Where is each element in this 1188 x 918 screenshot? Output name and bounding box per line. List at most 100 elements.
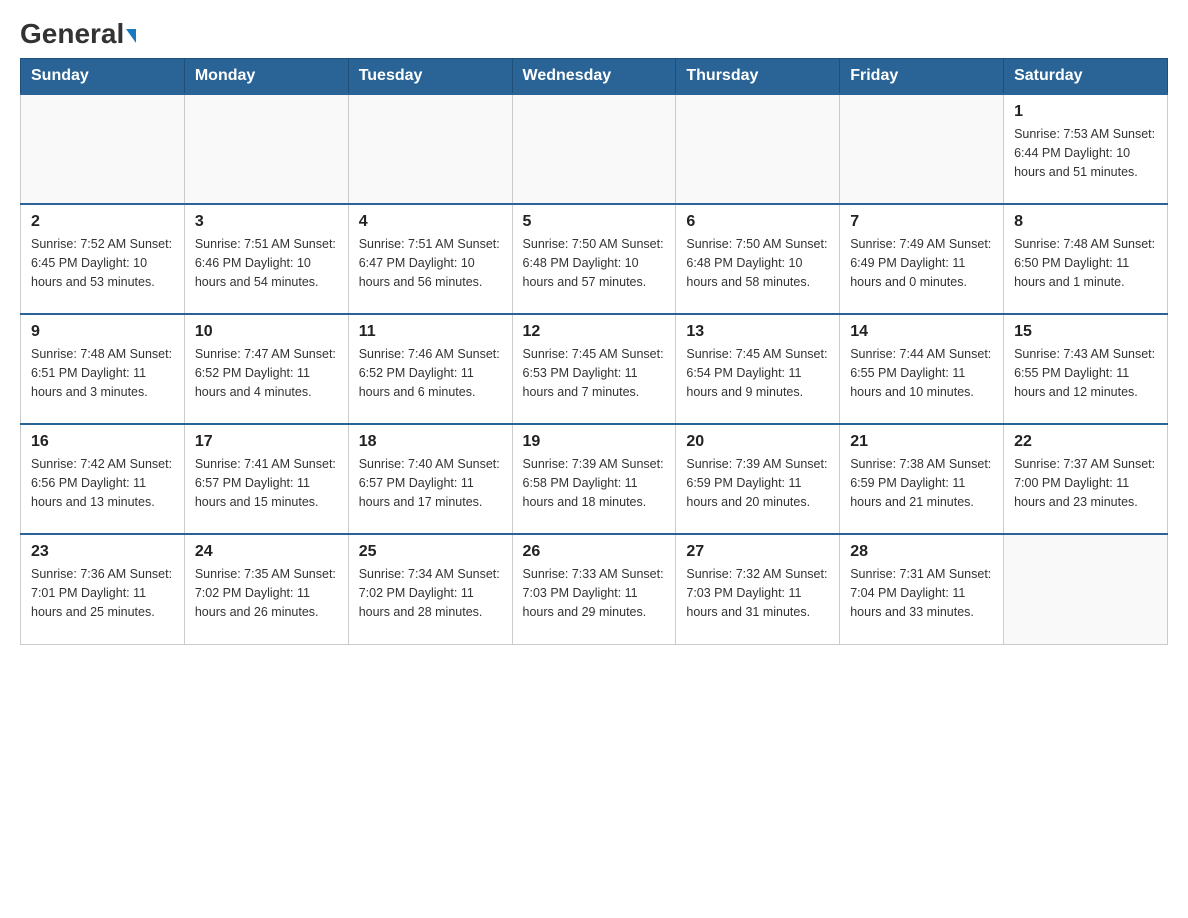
day-number: 22 bbox=[1014, 433, 1157, 451]
day-number: 23 bbox=[31, 543, 174, 561]
day-info: Sunrise: 7:41 AM Sunset: 6:57 PM Dayligh… bbox=[195, 455, 338, 511]
day-info: Sunrise: 7:31 AM Sunset: 7:04 PM Dayligh… bbox=[850, 565, 993, 621]
day-header-tuesday: Tuesday bbox=[348, 59, 512, 95]
day-info: Sunrise: 7:48 AM Sunset: 6:50 PM Dayligh… bbox=[1014, 235, 1157, 291]
calendar-week-4: 16 Sunrise: 7:42 AM Sunset: 6:56 PM Dayli… bbox=[21, 424, 1168, 534]
day-info: Sunrise: 7:48 AM Sunset: 6:51 PM Dayligh… bbox=[31, 345, 174, 401]
day-header-saturday: Saturday bbox=[1004, 59, 1168, 95]
header-row: SundayMondayTuesdayWednesdayThursdayFrid… bbox=[21, 59, 1168, 95]
calendar-cell bbox=[1004, 534, 1168, 644]
day-number: 15 bbox=[1014, 323, 1157, 341]
day-number: 18 bbox=[359, 433, 502, 451]
calendar-cell: 13 Sunrise: 7:45 AM Sunset: 6:54 PM Dayli… bbox=[676, 314, 840, 424]
calendar-cell: 25 Sunrise: 7:34 AM Sunset: 7:02 PM Dayli… bbox=[348, 534, 512, 644]
calendar-cell: 16 Sunrise: 7:42 AM Sunset: 6:56 PM Dayli… bbox=[21, 424, 185, 534]
day-info: Sunrise: 7:44 AM Sunset: 6:55 PM Dayligh… bbox=[850, 345, 993, 401]
calendar-cell: 27 Sunrise: 7:32 AM Sunset: 7:03 PM Dayli… bbox=[676, 534, 840, 644]
page-header: General bbox=[20, 20, 1168, 48]
day-info: Sunrise: 7:32 AM Sunset: 7:03 PM Dayligh… bbox=[686, 565, 829, 621]
logo: General bbox=[20, 20, 136, 48]
day-info: Sunrise: 7:39 AM Sunset: 6:59 PM Dayligh… bbox=[686, 455, 829, 511]
day-info: Sunrise: 7:45 AM Sunset: 6:53 PM Dayligh… bbox=[523, 345, 666, 401]
logo-general-text: General bbox=[20, 20, 136, 48]
calendar-cell: 24Sunrise: 7:35 AM Sunset: 7:02 PM Dayli… bbox=[184, 534, 348, 644]
day-number: 13 bbox=[686, 323, 829, 341]
day-info: Sunrise: 7:47 AM Sunset: 6:52 PM Dayligh… bbox=[195, 345, 338, 401]
day-number: 7 bbox=[850, 213, 993, 231]
day-number: 28 bbox=[850, 543, 993, 561]
day-number: 20 bbox=[686, 433, 829, 451]
calendar-header: SundayMondayTuesdayWednesdayThursdayFrid… bbox=[21, 59, 1168, 95]
calendar-cell: 5 Sunrise: 7:50 AM Sunset: 6:48 PM Daylig… bbox=[512, 204, 676, 314]
calendar-cell: 19Sunrise: 7:39 AM Sunset: 6:58 PM Dayli… bbox=[512, 424, 676, 534]
calendar-cell: 23 Sunrise: 7:36 AM Sunset: 7:01 PM Dayli… bbox=[21, 534, 185, 644]
day-header-friday: Friday bbox=[840, 59, 1004, 95]
day-number: 11 bbox=[359, 323, 502, 341]
day-info: Sunrise: 7:36 AM Sunset: 7:01 PM Dayligh… bbox=[31, 565, 174, 621]
calendar-cell: 18 Sunrise: 7:40 AM Sunset: 6:57 PM Dayli… bbox=[348, 424, 512, 534]
day-info: Sunrise: 7:53 AM Sunset: 6:44 PM Dayligh… bbox=[1014, 125, 1157, 181]
day-info: Sunrise: 7:43 AM Sunset: 6:55 PM Dayligh… bbox=[1014, 345, 1157, 401]
calendar-cell bbox=[348, 94, 512, 204]
calendar-body: 1 Sunrise: 7:53 AM Sunset: 6:44 PM Daylig… bbox=[21, 94, 1168, 644]
day-number: 27 bbox=[686, 543, 829, 561]
day-info: Sunrise: 7:45 AM Sunset: 6:54 PM Dayligh… bbox=[686, 345, 829, 401]
day-header-monday: Monday bbox=[184, 59, 348, 95]
calendar-cell: 2Sunrise: 7:52 AM Sunset: 6:45 PM Daylig… bbox=[21, 204, 185, 314]
day-number: 21 bbox=[850, 433, 993, 451]
day-number: 3 bbox=[195, 213, 338, 231]
day-info: Sunrise: 7:40 AM Sunset: 6:57 PM Dayligh… bbox=[359, 455, 502, 511]
day-info: Sunrise: 7:33 AM Sunset: 7:03 PM Dayligh… bbox=[523, 565, 666, 621]
day-info: Sunrise: 7:39 AM Sunset: 6:58 PM Dayligh… bbox=[523, 455, 666, 511]
day-info: Sunrise: 7:34 AM Sunset: 7:02 PM Dayligh… bbox=[359, 565, 502, 621]
day-number: 17 bbox=[195, 433, 338, 451]
day-info: Sunrise: 7:42 AM Sunset: 6:56 PM Dayligh… bbox=[31, 455, 174, 511]
day-number: 8 bbox=[1014, 213, 1157, 231]
day-number: 1 bbox=[1014, 103, 1157, 121]
calendar-cell: 9 Sunrise: 7:48 AM Sunset: 6:51 PM Daylig… bbox=[21, 314, 185, 424]
calendar-cell: 15 Sunrise: 7:43 AM Sunset: 6:55 PM Dayli… bbox=[1004, 314, 1168, 424]
calendar-cell bbox=[184, 94, 348, 204]
calendar-cell: 17 Sunrise: 7:41 AM Sunset: 6:57 PM Dayli… bbox=[184, 424, 348, 534]
day-number: 24 bbox=[195, 543, 338, 561]
day-info: Sunrise: 7:49 AM Sunset: 6:49 PM Dayligh… bbox=[850, 235, 993, 291]
calendar-cell: 12 Sunrise: 7:45 AM Sunset: 6:53 PM Dayli… bbox=[512, 314, 676, 424]
calendar-cell bbox=[676, 94, 840, 204]
calendar-week-3: 9 Sunrise: 7:48 AM Sunset: 6:51 PM Daylig… bbox=[21, 314, 1168, 424]
calendar-cell: 1 Sunrise: 7:53 AM Sunset: 6:44 PM Daylig… bbox=[1004, 94, 1168, 204]
day-number: 16 bbox=[31, 433, 174, 451]
day-number: 10 bbox=[195, 323, 338, 341]
day-number: 9 bbox=[31, 323, 174, 341]
day-number: 4 bbox=[359, 213, 502, 231]
calendar-cell: 14Sunrise: 7:44 AM Sunset: 6:55 PM Dayli… bbox=[840, 314, 1004, 424]
day-info: Sunrise: 7:51 AM Sunset: 6:46 PM Dayligh… bbox=[195, 235, 338, 291]
calendar-cell bbox=[512, 94, 676, 204]
calendar-cell: 6Sunrise: 7:50 AM Sunset: 6:48 PM Daylig… bbox=[676, 204, 840, 314]
day-info: Sunrise: 7:50 AM Sunset: 6:48 PM Dayligh… bbox=[523, 235, 666, 291]
day-header-wednesday: Wednesday bbox=[512, 59, 676, 95]
day-info: Sunrise: 7:51 AM Sunset: 6:47 PM Dayligh… bbox=[359, 235, 502, 291]
calendar-cell: 8 Sunrise: 7:48 AM Sunset: 6:50 PM Daylig… bbox=[1004, 204, 1168, 314]
calendar-week-2: 2Sunrise: 7:52 AM Sunset: 6:45 PM Daylig… bbox=[21, 204, 1168, 314]
calendar-cell: 28 Sunrise: 7:31 AM Sunset: 7:04 PM Dayli… bbox=[840, 534, 1004, 644]
calendar-cell: 22Sunrise: 7:37 AM Sunset: 7:00 PM Dayli… bbox=[1004, 424, 1168, 534]
calendar-cell: 7 Sunrise: 7:49 AM Sunset: 6:49 PM Daylig… bbox=[840, 204, 1004, 314]
day-number: 5 bbox=[523, 213, 666, 231]
calendar-cell: 4 Sunrise: 7:51 AM Sunset: 6:47 PM Daylig… bbox=[348, 204, 512, 314]
day-header-thursday: Thursday bbox=[676, 59, 840, 95]
day-number: 2 bbox=[31, 213, 174, 231]
day-header-sunday: Sunday bbox=[21, 59, 185, 95]
day-info: Sunrise: 7:46 AM Sunset: 6:52 PM Dayligh… bbox=[359, 345, 502, 401]
day-info: Sunrise: 7:38 AM Sunset: 6:59 PM Dayligh… bbox=[850, 455, 993, 511]
day-number: 25 bbox=[359, 543, 502, 561]
day-number: 26 bbox=[523, 543, 666, 561]
calendar-week-1: 1 Sunrise: 7:53 AM Sunset: 6:44 PM Daylig… bbox=[21, 94, 1168, 204]
day-info: Sunrise: 7:50 AM Sunset: 6:48 PM Dayligh… bbox=[686, 235, 829, 291]
calendar-cell: 3 Sunrise: 7:51 AM Sunset: 6:46 PM Daylig… bbox=[184, 204, 348, 314]
calendar-table: SundayMondayTuesdayWednesdayThursdayFrid… bbox=[20, 58, 1168, 645]
calendar-cell: 11 Sunrise: 7:46 AM Sunset: 6:52 PM Dayli… bbox=[348, 314, 512, 424]
calendar-cell: 21 Sunrise: 7:38 AM Sunset: 6:59 PM Dayli… bbox=[840, 424, 1004, 534]
day-number: 12 bbox=[523, 323, 666, 341]
calendar-week-5: 23 Sunrise: 7:36 AM Sunset: 7:01 PM Dayli… bbox=[21, 534, 1168, 644]
calendar-cell: 20 Sunrise: 7:39 AM Sunset: 6:59 PM Dayli… bbox=[676, 424, 840, 534]
